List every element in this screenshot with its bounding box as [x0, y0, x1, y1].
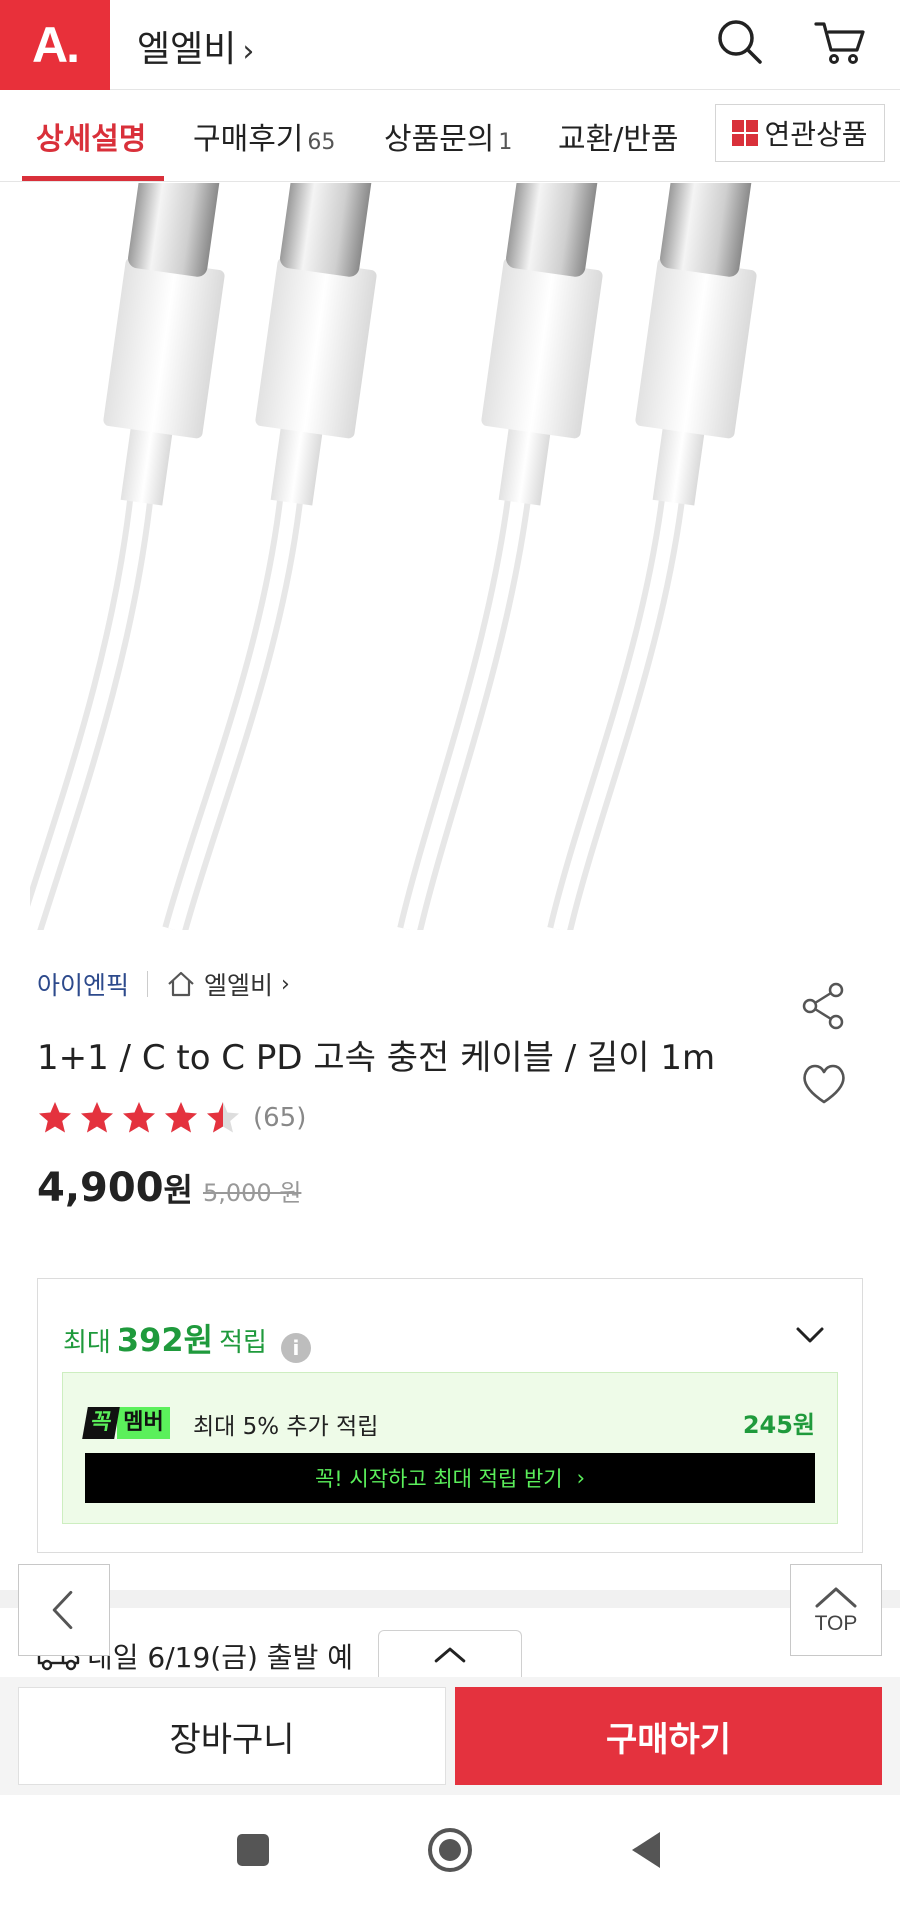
tab-label: 상품문의	[384, 122, 495, 157]
product-page: A. 엘엘비› 상세설명 구매후기65 상품문의1 교환/반품 연관상품	[0, 0, 900, 1905]
rating[interactable]: (65)	[37, 1100, 306, 1136]
member-badge: 꼭 멤버	[82, 1407, 170, 1439]
store-name: 엘엘비	[137, 29, 237, 70]
back-button[interactable]	[18, 1564, 110, 1656]
tab-label: 상세설명	[36, 122, 147, 157]
cta-label: 꼭! 시작하고 최대 적립 받기	[314, 1467, 563, 1491]
shipping-text: 내일 6/19(금) 출발 예	[87, 1641, 353, 1674]
tab-reviews[interactable]: 구매후기 65	[193, 114, 335, 158]
star-icon	[39, 1102, 71, 1133]
grid-icon	[732, 120, 759, 146]
points-suffix: 적립	[219, 1328, 267, 1358]
chevron-right-icon: ›	[281, 971, 290, 997]
star-icon	[81, 1102, 113, 1133]
tab-inquiries[interactable]: 상품문의 1	[384, 114, 512, 158]
store-link[interactable]: 엘엘비 ›	[166, 966, 290, 1002]
review-count: (65)	[253, 1103, 307, 1133]
expand-actions-tab[interactable]	[378, 1630, 522, 1678]
points-amount: 392원	[116, 1321, 214, 1359]
tab-description[interactable]: 상세설명	[36, 114, 146, 158]
tab-label: 교환/반품	[558, 122, 679, 157]
home-button-icon[interactable]	[425, 1825, 475, 1875]
member-amount: 245원	[742, 1411, 815, 1439]
usb-c-cables-illustration	[30, 183, 870, 930]
scroll-top-button[interactable]: TOP	[790, 1564, 882, 1656]
chevron-up-icon	[434, 1647, 466, 1663]
star-icon	[123, 1102, 155, 1133]
member-cta-button[interactable]: 꼭! 시작하고 최대 적립 받기 ›	[85, 1453, 815, 1503]
back-triangle-icon[interactable]	[622, 1825, 672, 1875]
home-icon	[168, 971, 194, 997]
badge-left: 꼭	[82, 1407, 121, 1439]
brand-link[interactable]: 아이엔픽	[37, 966, 129, 1002]
star-rating	[37, 1100, 247, 1136]
chevron-right-icon: ›	[242, 34, 255, 69]
related-products-button[interactable]: 연관상품	[715, 104, 885, 162]
star-icon	[207, 1102, 239, 1133]
original-price: 5,000 원	[202, 1179, 302, 1207]
buy-now-button[interactable]: 구매하기	[455, 1687, 882, 1785]
search-icon[interactable]	[710, 12, 770, 72]
tab-label: 구매후기	[193, 122, 304, 157]
star-icon	[165, 1102, 197, 1133]
tab-count: 1	[498, 130, 513, 155]
chevron-down-icon[interactable]	[790, 1315, 830, 1355]
price-unit: 원	[163, 1171, 193, 1209]
tab-returns[interactable]: 교환/반품	[558, 114, 688, 158]
app-header: A. 엘엘비 ›	[0, 0, 900, 90]
active-tab-indicator	[22, 176, 164, 181]
store-name: 엘엘비	[204, 971, 274, 1000]
recent-apps-icon[interactable]	[228, 1825, 278, 1875]
sale-price: 4,900	[37, 1165, 164, 1211]
cart-icon[interactable]	[810, 12, 870, 72]
section-divider	[0, 1590, 900, 1608]
points-summary[interactable]: 최대 392원 적립 i	[63, 1315, 311, 1363]
info-icon[interactable]: i	[280, 1333, 311, 1363]
member-promo: 꼭 멤버 최대 5% 추가 적립 245원 꼭! 시작하고 최대 적립 받기 ›	[62, 1372, 838, 1524]
detail-tabs: 상세설명 구매후기 65 상품문의 1 교환/반품 연관상품	[0, 90, 900, 182]
chevron-up-icon	[815, 1587, 857, 1608]
share-icon[interactable]	[798, 980, 850, 1032]
purchase-bar: 장바구니 구매하기	[0, 1677, 900, 1795]
chevron-left-icon	[52, 1590, 73, 1630]
top-label: TOP	[814, 1612, 858, 1635]
heart-icon[interactable]	[798, 1058, 850, 1110]
product-title: 1+1 / C to C PD 고속 충전 케이블 / 길이 1m	[37, 1038, 716, 1078]
member-text: 최대 5% 추가 적립	[193, 1414, 379, 1440]
tab-count: 65	[307, 130, 336, 155]
divider	[147, 971, 149, 997]
system-navigation-bar	[0, 1795, 900, 1905]
product-image[interactable]	[30, 183, 870, 930]
add-to-cart-button[interactable]: 장바구니	[18, 1687, 446, 1785]
seller-row: 아이엔픽 엘엘비 ›	[37, 966, 290, 1002]
points-box: 최대 392원 적립 i 꼭 멤버 최대 5% 추가 적립 245원 꼭! 시작…	[37, 1278, 863, 1553]
related-products-label: 연관상품	[764, 118, 868, 151]
price-row: 4,900 원 5,000 원	[37, 1165, 301, 1211]
store-name-link[interactable]: 엘엘비 ›	[137, 20, 254, 72]
badge-right: 멤버	[117, 1407, 170, 1439]
chevron-right-icon: ›	[576, 1466, 586, 1490]
points-prefix: 최대	[63, 1328, 111, 1358]
logo[interactable]: A.	[0, 0, 110, 90]
